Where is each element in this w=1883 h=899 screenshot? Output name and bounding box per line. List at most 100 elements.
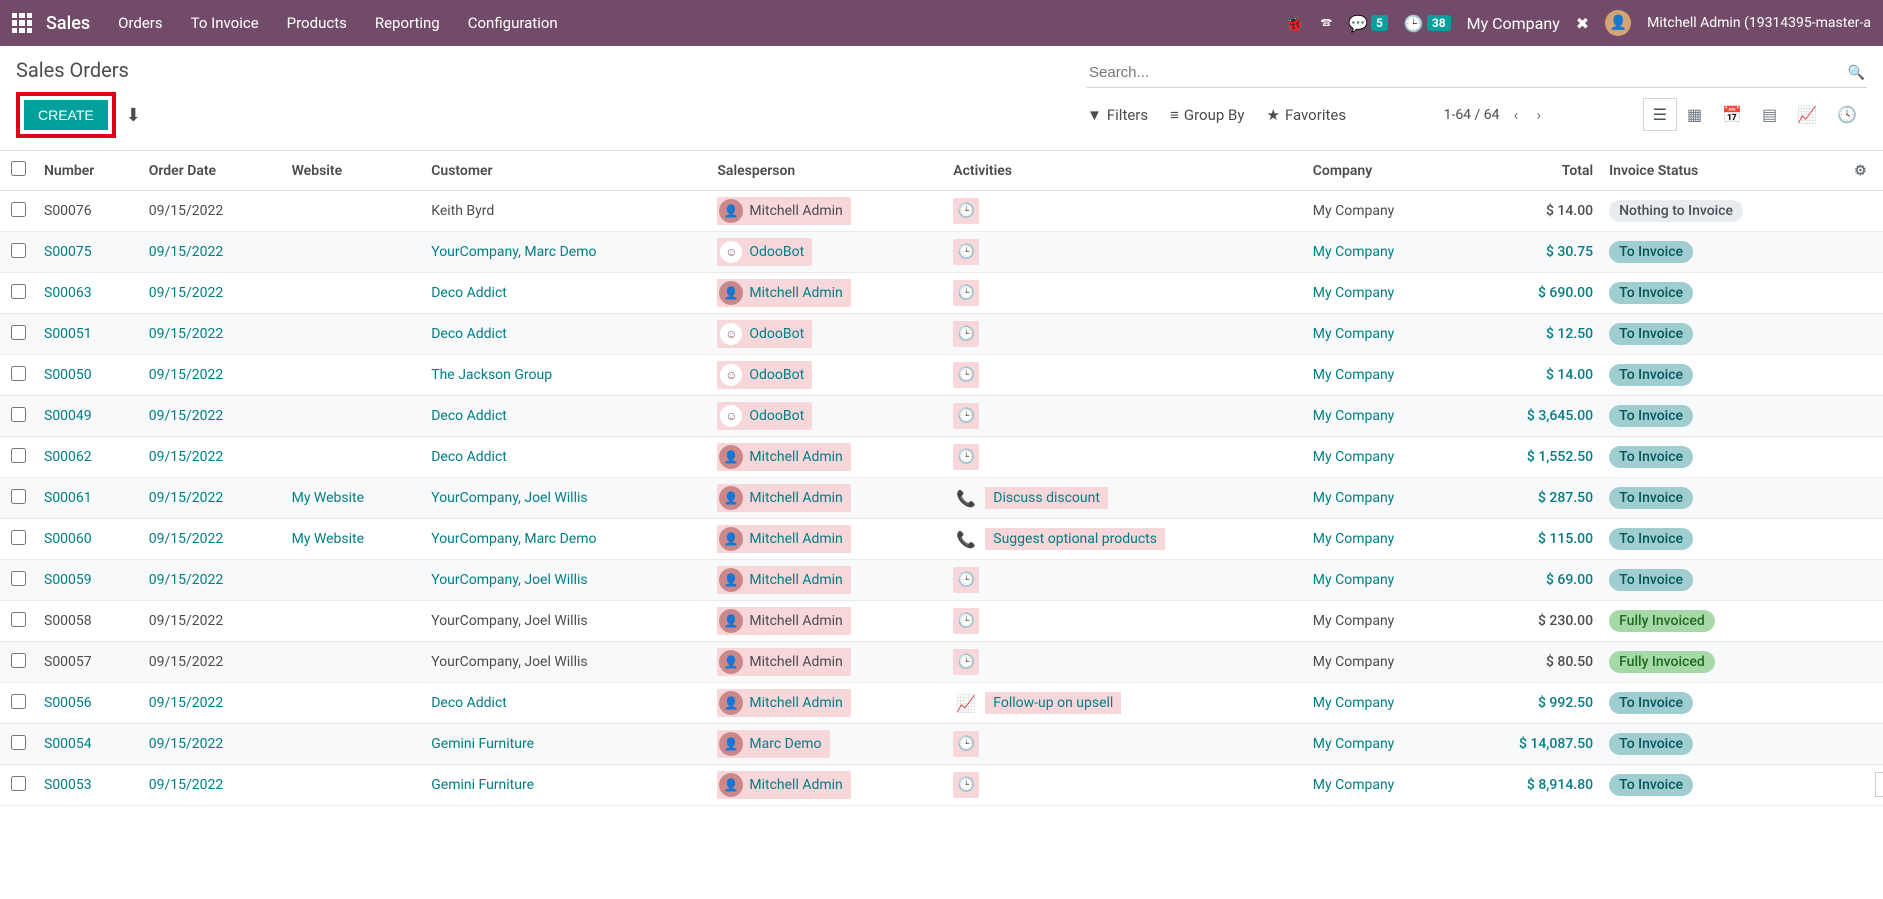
row-checkbox[interactable]	[11, 694, 26, 709]
nav-reporting[interactable]: Reporting	[375, 14, 440, 32]
order-number[interactable]: S00049	[44, 408, 92, 424]
customer[interactable]: Deco Addict	[431, 408, 507, 424]
col-order-date[interactable]: Order Date	[141, 151, 284, 191]
col-options-icon[interactable]: ⚙	[1838, 151, 1883, 191]
order-number[interactable]: S00061	[44, 490, 92, 506]
pivot-view-icon[interactable]: ▤	[1752, 98, 1787, 131]
salesperson-tag[interactable]: 👤Mitchell Admin	[717, 607, 850, 635]
activity-label[interactable]: Suggest optional products	[985, 528, 1165, 550]
customer[interactable]: YourCompany, Joel Willis	[431, 490, 587, 506]
row-checkbox[interactable]	[11, 612, 26, 627]
activity-view-icon[interactable]: 🕓	[1827, 98, 1867, 131]
customer[interactable]: YourCompany, Joel Willis	[431, 654, 587, 670]
table-row[interactable]: S0005809/15/2022YourCompany, Joel Willis…	[0, 601, 1883, 642]
customer[interactable]: YourCompany, Joel Willis	[431, 572, 587, 588]
clock-icon[interactable]: 🕒	[953, 567, 979, 593]
clock-icon[interactable]: 🕒	[953, 239, 979, 265]
col-number[interactable]: Number	[36, 151, 141, 191]
salesperson-tag[interactable]: 👤Mitchell Admin	[717, 689, 850, 717]
table-row[interactable]: S0005409/15/2022Gemini Furniture👤Marc De…	[0, 724, 1883, 765]
order-number[interactable]: S00056	[44, 695, 92, 711]
col-salesperson[interactable]: Salesperson	[709, 151, 945, 191]
customer[interactable]: Deco Addict	[431, 449, 507, 465]
nav-configuration[interactable]: Configuration	[468, 14, 558, 32]
row-checkbox[interactable]	[11, 571, 26, 586]
kanban-view-icon[interactable]: ▦	[1677, 98, 1712, 131]
table-row[interactable]: S0007509/15/2022YourCompany, Marc Demo☺O…	[0, 232, 1883, 273]
search-bar[interactable]: 🔍	[1087, 58, 1867, 88]
table-row[interactable]: S0006009/15/2022My WebsiteYourCompany, M…	[0, 519, 1883, 560]
import-icon[interactable]: ⬇	[126, 105, 141, 126]
salesperson-tag[interactable]: 👤Marc Demo	[717, 730, 829, 758]
col-invoice-status[interactable]: Invoice Status	[1601, 151, 1838, 191]
apps-icon[interactable]	[12, 13, 32, 33]
salesperson-tag[interactable]: 👤Mitchell Admin	[717, 566, 850, 594]
user-avatar[interactable]: 👤	[1605, 10, 1631, 36]
table-row[interactable]: S0006109/15/2022My WebsiteYourCompany, J…	[0, 478, 1883, 519]
support-icon[interactable]: 🕿	[1321, 13, 1332, 33]
clock-icon[interactable]: 🕒	[953, 608, 979, 634]
activity-clock-icon[interactable]: 🕒38	[1404, 14, 1451, 33]
salesperson-tag[interactable]: ☺OdooBot	[717, 320, 812, 348]
nav-orders[interactable]: Orders	[118, 14, 163, 32]
table-row[interactable]: S0005709/15/2022YourCompany, Joel Willis…	[0, 642, 1883, 683]
order-number[interactable]: S00050	[44, 367, 92, 383]
table-row[interactable]: S0005609/15/2022Deco Addict👤Mitchell Adm…	[0, 683, 1883, 724]
filters-button[interactable]: ▼Filters	[1087, 106, 1148, 124]
graph-view-icon[interactable]: 📈	[1787, 98, 1827, 131]
salesperson-tag[interactable]: 👤Mitchell Admin	[717, 648, 850, 676]
nav-to-invoice[interactable]: To Invoice	[191, 14, 259, 32]
customer[interactable]: Keith Byrd	[431, 203, 494, 219]
pager-next-icon[interactable]: ›	[1532, 105, 1545, 124]
customer[interactable]: Gemini Furniture	[431, 777, 534, 793]
nav-products[interactable]: Products	[287, 14, 347, 32]
favorites-button[interactable]: ★Favorites	[1266, 106, 1346, 124]
customer[interactable]: YourCompany, Marc Demo	[431, 531, 596, 547]
col-customer[interactable]: Customer	[423, 151, 709, 191]
table-row[interactable]: S0006309/15/2022Deco Addict👤Mitchell Adm…	[0, 273, 1883, 314]
table-row[interactable]: S0006209/15/2022Deco Addict👤Mitchell Adm…	[0, 437, 1883, 478]
order-number[interactable]: S00058	[44, 613, 92, 629]
table-row[interactable]: S0007609/15/2022Keith Byrd👤Mitchell Admi…	[0, 191, 1883, 232]
col-company[interactable]: Company	[1305, 151, 1459, 191]
pager-range[interactable]: 1-64 / 64	[1444, 107, 1500, 123]
row-checkbox[interactable]	[11, 489, 26, 504]
salesperson-tag[interactable]: 👤Mitchell Admin	[717, 771, 850, 799]
clock-icon[interactable]: 🕒	[953, 772, 979, 798]
customer[interactable]: YourCompany, Marc Demo	[431, 244, 596, 260]
order-number[interactable]: S00060	[44, 531, 92, 547]
search-input[interactable]	[1089, 64, 1848, 81]
search-icon[interactable]: 🔍	[1848, 65, 1865, 81]
salesperson-tag[interactable]: ☺OdooBot	[717, 402, 812, 430]
clock-icon[interactable]: 🕒	[953, 444, 979, 470]
clock-icon[interactable]: 🕒	[953, 198, 979, 224]
salesperson-tag[interactable]: 👤Mitchell Admin	[717, 279, 850, 307]
clock-icon[interactable]: 🕒	[953, 362, 979, 388]
order-number[interactable]: S00051	[44, 326, 92, 342]
row-checkbox[interactable]	[11, 448, 26, 463]
chart-icon[interactable]: 📈	[953, 690, 979, 716]
table-row[interactable]: S0005909/15/2022YourCompany, Joel Willis…	[0, 560, 1883, 601]
tools-icon[interactable]: ✖	[1576, 14, 1589, 33]
company-selector[interactable]: My Company	[1467, 14, 1560, 33]
table-row[interactable]: S0005309/15/2022Gemini Furniture👤Mitchel…	[0, 765, 1883, 806]
col-activities[interactable]: Activities	[945, 151, 1305, 191]
row-checkbox[interactable]	[11, 284, 26, 299]
order-number[interactable]: S00054	[44, 736, 92, 752]
clock-icon[interactable]: 🕒	[953, 321, 979, 347]
customer[interactable]: Deco Addict	[431, 326, 507, 342]
order-number[interactable]: S00076	[44, 203, 92, 219]
user-name[interactable]: Mitchell Admin (19314395-master-a	[1647, 15, 1871, 31]
app-brand[interactable]: Sales	[46, 13, 90, 34]
activity-label[interactable]: Follow-up on upsell	[985, 692, 1121, 714]
row-checkbox[interactable]	[11, 407, 26, 422]
groupby-button[interactable]: ≡Group By	[1170, 106, 1244, 124]
pager-prev-icon[interactable]: ‹	[1510, 105, 1523, 124]
clock-icon[interactable]: 🕒	[953, 280, 979, 306]
activity-label[interactable]: Discuss discount	[985, 487, 1108, 509]
calendar-view-icon[interactable]: 📅	[1712, 98, 1752, 131]
order-number[interactable]: S00057	[44, 654, 92, 670]
clock-icon[interactable]: 🕒	[953, 731, 979, 757]
row-checkbox[interactable]	[11, 735, 26, 750]
customer[interactable]: Deco Addict	[431, 285, 507, 301]
